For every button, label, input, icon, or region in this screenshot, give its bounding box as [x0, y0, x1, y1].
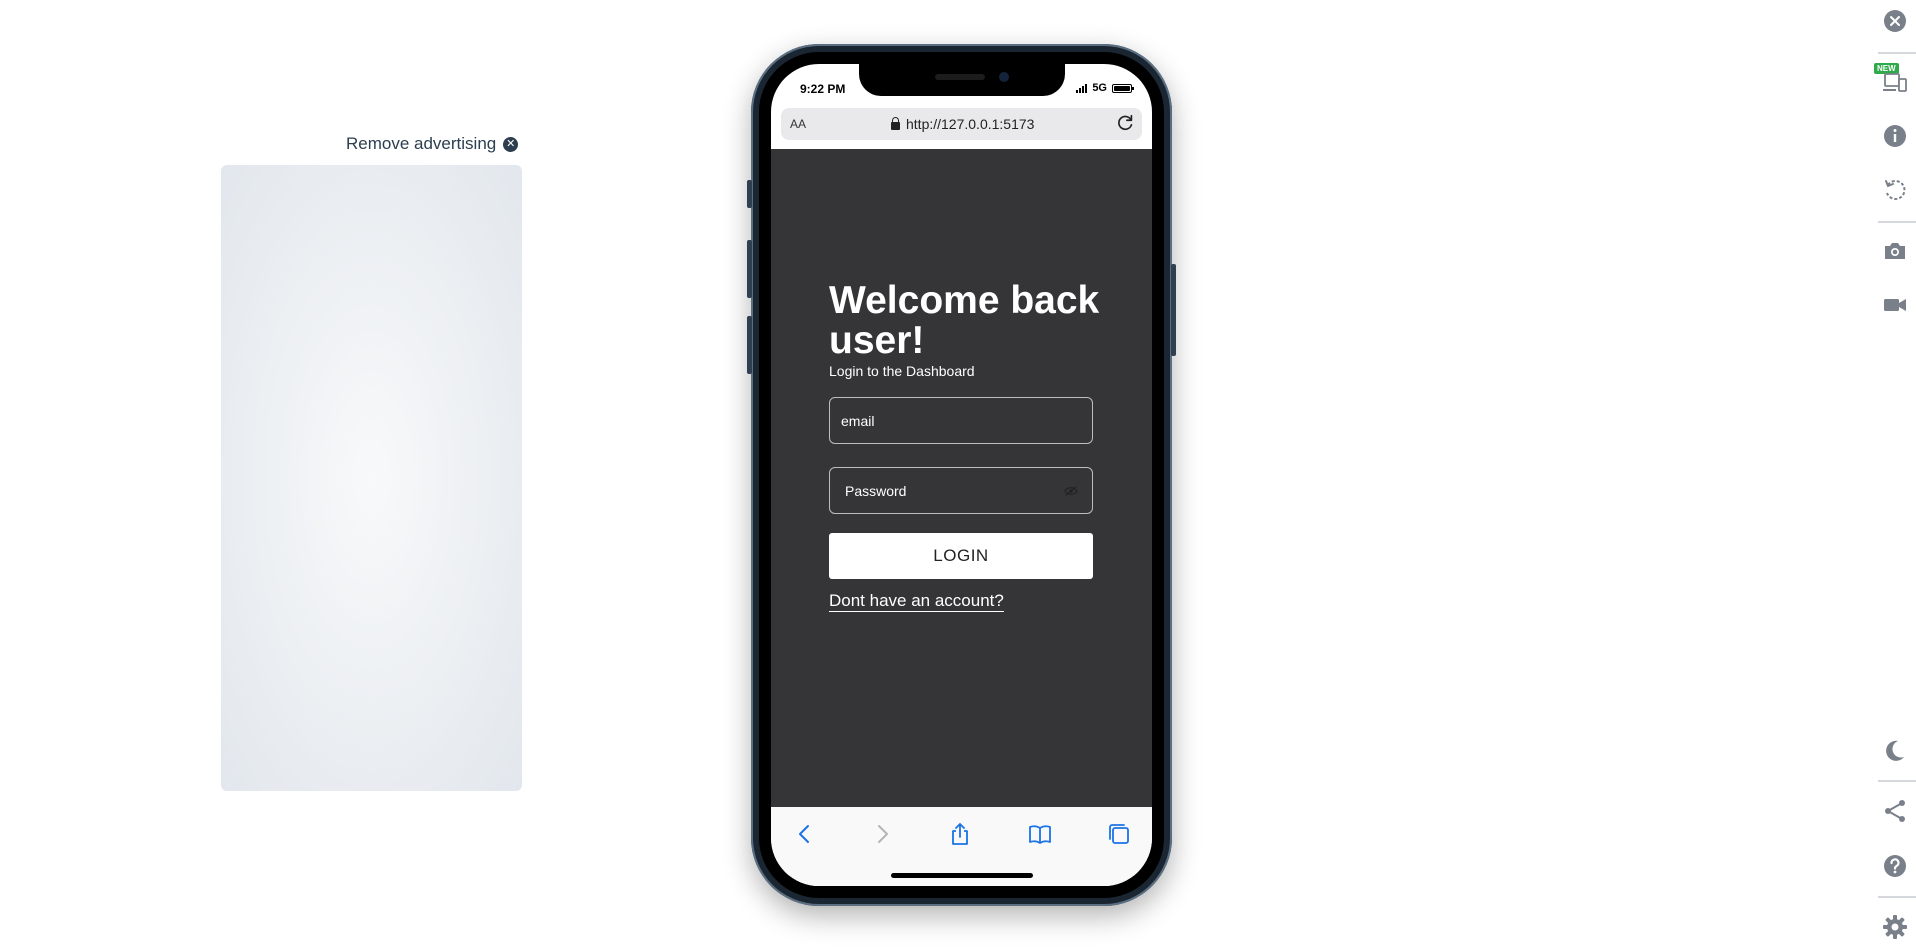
remove-advertising-label: Remove advertising	[346, 134, 497, 153]
battery-icon	[1112, 83, 1134, 93]
page-title: Welcome back user!	[829, 279, 1100, 362]
forward-icon[interactable]	[869, 821, 895, 847]
phone-notch	[859, 64, 1065, 96]
responsive-viewer: Remove advertising ✕ 9:22 PM 5G AA http:…	[0, 0, 1916, 947]
close-circle-icon: ✕	[503, 136, 519, 152]
url-text: http://127.0.0.1:5173	[906, 116, 1035, 132]
home-indicator	[891, 873, 1033, 878]
volume-up-button	[747, 240, 752, 298]
video-icon[interactable]	[1882, 292, 1908, 318]
page-subtitle: Login to the Dashboard	[829, 363, 975, 379]
info-icon[interactable]	[1882, 123, 1908, 149]
login-button[interactable]: LOGIN	[829, 533, 1093, 579]
remove-advertising-link[interactable]: Remove advertising ✕	[346, 134, 519, 154]
status-time: 9:22 PM	[800, 82, 846, 96]
password-field[interactable]: Password	[829, 467, 1093, 514]
rotate-icon[interactable]	[1882, 177, 1908, 203]
signup-link[interactable]: Dont have an account?	[829, 591, 1004, 612]
device-icon[interactable]	[1882, 70, 1908, 96]
speaker-grille	[935, 74, 985, 80]
help-icon[interactable]	[1882, 853, 1908, 879]
browser-toolbar	[771, 807, 1152, 886]
moon-icon[interactable]	[1882, 738, 1908, 764]
bookmarks-icon[interactable]	[1027, 821, 1053, 847]
login-page: Welcome back user! Login to the Dashboar…	[771, 149, 1152, 807]
gear-icon[interactable]	[1882, 914, 1908, 940]
status-indicators: 5G	[1076, 82, 1134, 94]
mute-switch	[747, 180, 752, 208]
close-icon[interactable]	[1882, 8, 1908, 34]
power-button	[1171, 264, 1176, 356]
iphone-frame: 9:22 PM 5G AA http://127.0.0.1:5173 Welc…	[747, 44, 1176, 906]
volume-down-button	[747, 316, 752, 374]
url-display[interactable]: http://127.0.0.1:5173	[891, 116, 1034, 132]
text-size-button[interactable]: AA	[790, 117, 806, 131]
advertising-placeholder	[221, 165, 522, 791]
toolbar-divider	[1878, 221, 1916, 223]
signal-icon	[1076, 83, 1088, 93]
password-placeholder: Password	[845, 482, 907, 499]
phone-screen: 9:22 PM 5G AA http://127.0.0.1:5173 Welc…	[771, 64, 1152, 886]
lock-icon	[891, 116, 900, 130]
share-sheet-icon[interactable]	[947, 821, 973, 847]
back-icon[interactable]	[792, 821, 818, 847]
network-type: 5G	[1092, 82, 1107, 94]
reload-icon[interactable]	[1114, 112, 1136, 134]
share-icon[interactable]	[1882, 798, 1908, 824]
front-camera	[999, 72, 1009, 82]
toolbar-divider	[1878, 896, 1916, 898]
eye-off-icon[interactable]	[1064, 485, 1078, 497]
email-placeholder: email	[841, 412, 875, 429]
tabs-icon[interactable]	[1106, 821, 1132, 847]
toolbar-divider	[1878, 52, 1916, 54]
right-toolbar: NEW	[1874, 0, 1916, 947]
address-bar[interactable]: AA http://127.0.0.1:5173	[781, 108, 1142, 140]
email-field[interactable]: email	[829, 397, 1093, 444]
camera-icon[interactable]	[1882, 238, 1908, 264]
toolbar-divider	[1878, 780, 1916, 782]
